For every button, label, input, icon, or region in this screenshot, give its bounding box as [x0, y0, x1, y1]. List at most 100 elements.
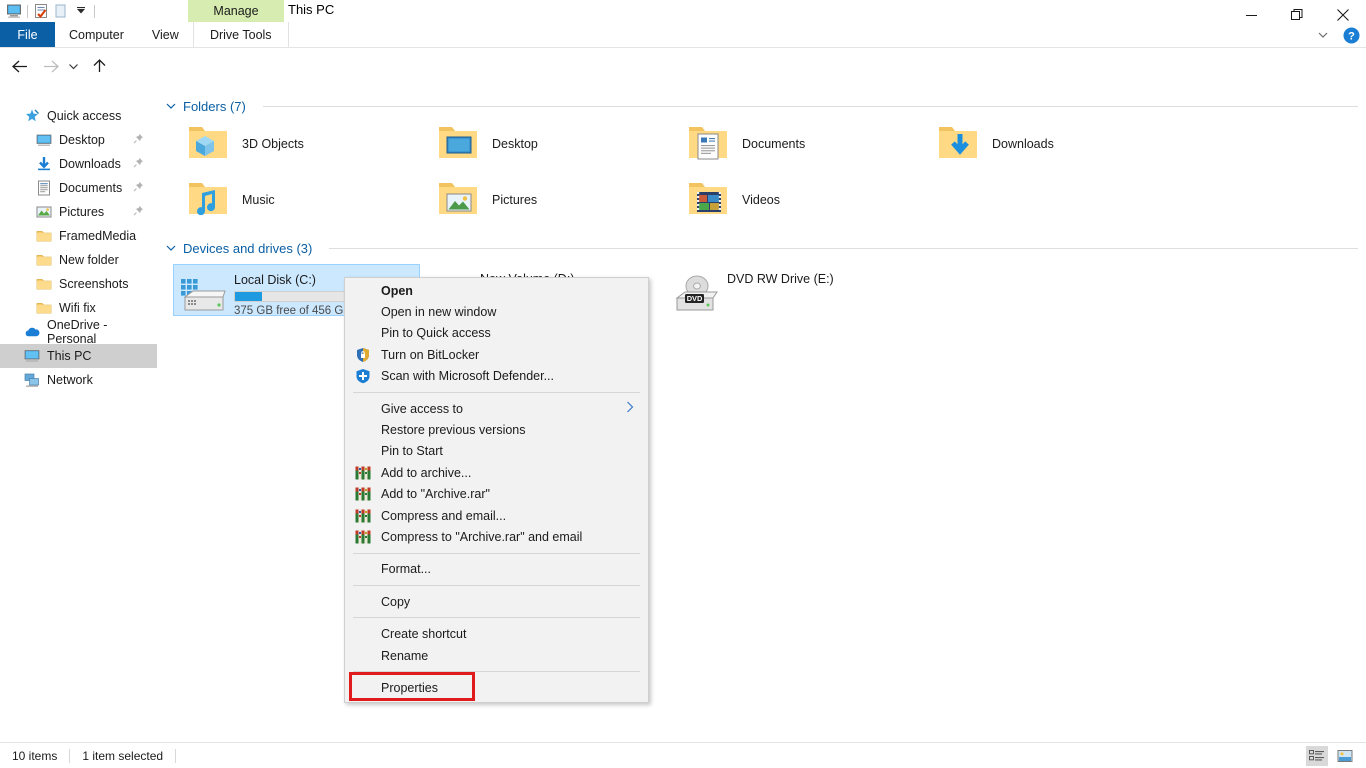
- context-menu-item-pin-to-quick-access[interactable]: Pin to Quick access: [345, 323, 648, 344]
- title-bar: Manage This PC: [0, 0, 1366, 22]
- large-icons-view-button[interactable]: [1334, 746, 1356, 766]
- sidebar-item-screenshots[interactable]: Screenshots: [0, 272, 157, 296]
- folder-tile-label: 3D Objects: [242, 137, 304, 151]
- context-menu-item-add-to-archive[interactable]: Add to archive...: [345, 462, 648, 483]
- folder-tile[interactable]: Documents: [682, 116, 932, 172]
- properties-icon[interactable]: [31, 1, 51, 21]
- context-menu-item-label: Pin to Start: [381, 444, 443, 459]
- folder-tile[interactable]: Pictures: [432, 172, 682, 228]
- up-button[interactable]: [84, 50, 114, 82]
- drive-tile[interactable]: DVD DVD RW Drive (E:): [667, 264, 914, 316]
- sidebar-item-documents[interactable]: Documents: [0, 176, 157, 200]
- sidebar-item-wifi-fix[interactable]: Wifi fix: [0, 296, 157, 320]
- context-menu-item-give-access-to[interactable]: Give access to: [345, 398, 648, 419]
- help-icon[interactable]: ?: [1340, 24, 1362, 46]
- hard-drive-icon: [180, 275, 226, 317]
- folder-tile-label: Pictures: [492, 193, 538, 207]
- sidebar-item-label: Screenshots: [59, 277, 129, 291]
- sidebar-item-downloads[interactable]: Downloads: [0, 152, 157, 176]
- sidebar-item-label: New folder: [59, 253, 119, 267]
- sidebar-item-desktop[interactable]: Desktop: [0, 128, 157, 152]
- pictures-icon: [36, 204, 52, 220]
- context-menu-separator: [353, 552, 640, 554]
- folders-group-label: Folders (7): [183, 98, 246, 114]
- ribbon-divider: [0, 47, 1366, 48]
- details-view-button[interactable]: [1306, 746, 1328, 766]
- drive-capacity-fill: [235, 292, 262, 301]
- chevron-down-icon[interactable]: [166, 241, 176, 256]
- context-menu-item-compress-and-email[interactable]: Compress and email...: [345, 505, 648, 526]
- dvd-drive-icon: DVD: [673, 274, 719, 316]
- ribbon-right-controls: ?: [1312, 24, 1362, 46]
- folder-tile[interactable]: Downloads: [932, 116, 1182, 172]
- videos-folder-icon: [687, 178, 731, 222]
- context-menu-separator: [353, 617, 640, 619]
- chevron-down-icon[interactable]: [1312, 24, 1334, 46]
- recent-locations-button[interactable]: [62, 50, 84, 82]
- drive-name: DVD RW Drive (E:): [727, 272, 834, 286]
- status-selection: 1 item selected: [82, 748, 164, 763]
- this-pc-icon[interactable]: [4, 1, 24, 21]
- chevron-right-icon: [626, 401, 634, 416]
- star-icon: [24, 108, 40, 124]
- context-menu-item-label: Format...: [381, 562, 432, 577]
- defender-shield-icon: [355, 368, 371, 384]
- context-menu-item-scan-with-microsoft-defender[interactable]: Scan with Microsoft Defender...: [345, 366, 648, 387]
- sidebar-item-label: Downloads: [59, 157, 121, 171]
- sidebar-item-framedmedia[interactable]: FramedMedia: [0, 224, 157, 248]
- drives-group-label: Devices and drives (3): [183, 240, 313, 256]
- sidebar-item-onedrive-personal[interactable]: OneDrive - Personal: [0, 318, 157, 346]
- tab-drive-tools[interactable]: Drive Tools: [192, 22, 289, 48]
- sidebar-item-pictures[interactable]: Pictures: [0, 200, 157, 224]
- context-menu-item-properties[interactable]: Properties: [345, 672, 648, 702]
- winrar-icon: [355, 529, 371, 545]
- back-button[interactable]: [4, 50, 34, 82]
- context-menu-item-compress-to-archive-rar-and-email[interactable]: Compress to "Archive.rar" and email: [345, 526, 648, 547]
- sidebar-item-quick-access[interactable]: Quick access: [0, 104, 157, 128]
- drives-group-header[interactable]: Devices and drives (3): [157, 238, 1366, 258]
- folder-tile[interactable]: Desktop: [432, 116, 682, 172]
- sidebar-item-label: Desktop: [59, 133, 105, 147]
- sidebar-item-this-pc[interactable]: This PC: [0, 344, 157, 368]
- drives-grid: Local Disk (C:)375 GB free of 456 GBNew …: [157, 264, 1366, 317]
- pin-icon[interactable]: [133, 133, 145, 145]
- context-menu-item-open-in-new-window[interactable]: Open in new window: [345, 301, 648, 322]
- pin-icon[interactable]: [133, 157, 145, 169]
- status-item-count: 10 items: [12, 748, 58, 763]
- chevron-down-icon[interactable]: [166, 99, 176, 114]
- folder-icon: [36, 300, 52, 316]
- tab-file[interactable]: File: [0, 22, 55, 48]
- sidebar-item-label: Pictures: [59, 205, 105, 219]
- pin-icon[interactable]: [133, 205, 145, 217]
- context-menu-item-add-to-archive-rar[interactable]: Add to "Archive.rar": [345, 484, 648, 505]
- ribbon-tabstrip: File Computer View Drive Tools: [0, 22, 1366, 48]
- sidebar-item-label: This PC: [47, 349, 92, 363]
- pin-icon[interactable]: [133, 181, 145, 193]
- context-menu-item-label: Give access to: [381, 401, 463, 416]
- customize-qat-icon[interactable]: [71, 1, 91, 21]
- context-menu-item-restore-previous-versions[interactable]: Restore previous versions: [345, 419, 648, 440]
- sidebar-item-network[interactable]: Network: [0, 368, 157, 392]
- context-menu-item-turn-on-bitlocker[interactable]: Turn on BitLocker: [345, 344, 648, 365]
- sidebar-item-label: FramedMedia: [59, 229, 137, 243]
- tab-view[interactable]: View: [138, 22, 193, 48]
- svg-text:DVD: DVD: [687, 294, 703, 303]
- context-menu-separator: [353, 585, 640, 587]
- folder-tile[interactable]: Videos: [682, 172, 932, 228]
- context-menu-item-open[interactable]: Open: [345, 280, 648, 301]
- folders-group-header[interactable]: Folders (7): [157, 96, 1366, 116]
- context-menu-item-copy[interactable]: Copy: [345, 591, 648, 612]
- context-menu-item-label: Open in new window: [381, 305, 497, 320]
- context-menu-item-pin-to-start[interactable]: Pin to Start: [345, 441, 648, 462]
- new-folder-icon[interactable]: [51, 1, 71, 21]
- context-menu-item-format[interactable]: Format...: [345, 559, 648, 580]
- desktop-icon: [36, 132, 52, 148]
- tab-computer[interactable]: Computer: [55, 22, 138, 48]
- context-menu-item-rename[interactable]: Rename: [345, 645, 648, 666]
- contextual-tab-group-manage: Manage: [188, 0, 284, 22]
- sidebar-item-new-folder[interactable]: New folder: [0, 248, 157, 272]
- context-menu-item-create-shortcut[interactable]: Create shortcut: [345, 623, 648, 644]
- folder-tile[interactable]: 3D Objects: [182, 116, 432, 172]
- context-menu-item-label: Open: [381, 283, 413, 298]
- folder-tile[interactable]: Music: [182, 172, 432, 228]
